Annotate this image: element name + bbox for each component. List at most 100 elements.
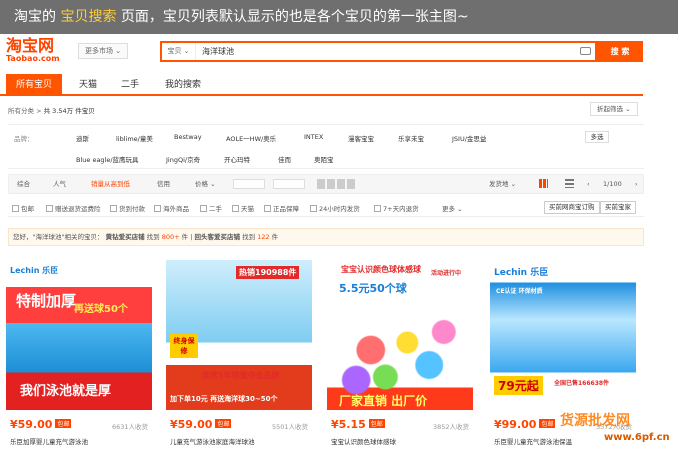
tab-all-items[interactable]: 所有宝贝 <box>6 74 62 96</box>
option-free-shipping[interactable]: 包邮 <box>12 203 34 213</box>
brand-item[interactable]: liblime/童美 <box>116 133 153 143</box>
product-card[interactable]: 热销190988件 终身保修 连续5年销量夺金品牌 加下单10元 再送海洋球30… <box>166 260 312 446</box>
sort-price[interactable]: 价格 ⌄ <box>195 175 216 193</box>
search-input[interactable] <box>202 43 572 60</box>
prev-page-icon[interactable]: ‹ <box>587 175 590 193</box>
price-range-bar[interactable] <box>317 179 325 189</box>
checkbox-icon[interactable] <box>232 205 239 212</box>
checkbox-icon[interactable] <box>154 205 161 212</box>
brand-item[interactable]: Bestway <box>174 133 202 141</box>
checkbox-icon[interactable] <box>200 205 207 212</box>
option-label: 7+天内退货 <box>383 205 419 213</box>
watermark-url: www.6pf.cn <box>604 432 670 443</box>
sort-sales[interactable]: 销量从高到低 <box>91 175 130 193</box>
brand-filter: 品牌： 迪斯 liblime/童美 Bestway AOLE一HW/奥乐 INT… <box>8 124 644 169</box>
product-sales: 5501人收货 <box>271 423 308 431</box>
search-box: 宝贝 ⌄ <box>160 41 597 62</box>
list-view-icon[interactable] <box>565 179 574 188</box>
search-tabs: 所有宝贝 天猫 二手 我的搜索 <box>0 74 643 96</box>
tab-tmall[interactable]: 天猫 <box>70 74 106 96</box>
top-banner: 淘宝的 宝贝搜索 页面，宝贝列表默认显示的也是各个宝贝的第一张主图~ <box>0 0 678 34</box>
product-title[interactable]: 宝宝认识颜色球体感球 <box>331 436 396 446</box>
image-sub-text: 连续5年销量夺金品牌 <box>202 371 280 380</box>
brand-item[interactable]: 漫客宝宝 <box>348 133 374 143</box>
product-title[interactable]: 儿童充气游泳池家庭海洋球池 <box>170 436 255 446</box>
image-bottom-text: 厂家直销 出厂价 <box>339 394 428 408</box>
brand-label: 品牌： <box>14 135 34 143</box>
notice-link-2[interactable]: 回头客爱买店铺 <box>195 233 241 241</box>
option-label: 天猫 <box>241 205 254 213</box>
ship-from-select[interactable]: 发货地 ⌄ <box>489 175 516 193</box>
brand-item[interactable]: JSIU/金思益 <box>452 133 486 143</box>
more-market-button[interactable]: 更多市场 ⌄ <box>78 43 129 59</box>
brand-item[interactable]: INTEX <box>304 133 323 141</box>
more-options-button[interactable]: 更多 ⌄ <box>442 203 463 213</box>
buyer-home-button[interactable]: 买前宝家 <box>600 201 636 214</box>
checkbox-icon[interactable] <box>46 205 53 212</box>
camera-icon[interactable] <box>580 47 591 55</box>
product-card[interactable]: 宝宝认识颜色球体感球 5.5元50个球 活动进行中 厂家直销 出厂价 ¥5.15… <box>327 260 473 446</box>
collapse-filter-button[interactable]: 折起筛选 ⌄ <box>590 102 638 116</box>
option-genuine[interactable]: 正品保障 <box>264 203 299 213</box>
brand-item[interactable]: 迪斯 <box>76 133 89 143</box>
brand-item[interactable]: Blue eagle/蓝鹰玩具 <box>76 154 139 164</box>
notice-count-post: 件 | <box>181 233 193 241</box>
notice-link-1[interactable]: 黄钻爱买店铺 <box>106 233 145 241</box>
brand-item[interactable]: 奥陌宝 <box>314 154 334 164</box>
brand-item[interactable]: 开心玛特 <box>224 154 250 164</box>
brand-multi-select-button[interactable]: 多选 <box>585 131 609 143</box>
product-image[interactable]: 热销190988件 终身保修 连续5年销量夺金品牌 加下单10元 再送海洋球30… <box>166 260 312 410</box>
product-image[interactable]: 宝宝认识颜色球体感球 5.5元50个球 活动进行中 厂家直销 出厂价 <box>327 260 473 410</box>
brand-item[interactable]: AOLE一HW/奥乐 <box>226 133 276 143</box>
image-sub-text: 活动进行中 <box>431 270 462 277</box>
tab-second-hand[interactable]: 二手 <box>112 74 148 96</box>
option-7day-return[interactable]: 7+天内退货 <box>374 203 419 213</box>
image-main-text: 终身保修 <box>170 334 198 358</box>
notice-prefix: 您好，"海洋球池"相关的宝贝： <box>13 233 104 241</box>
product-image[interactable]: Lechin 乐臣 特制加厚 再送球50个 我们泳池就是厚 <box>6 260 152 410</box>
logo-cn: 淘宝网 <box>6 36 55 55</box>
checkbox-icon[interactable] <box>110 205 117 212</box>
option-24h-ship[interactable]: 24小时内发货 <box>310 203 360 213</box>
price-range-bar[interactable] <box>337 179 345 189</box>
sort-default[interactable]: 综合 <box>17 175 30 193</box>
grid-view-icon[interactable] <box>539 179 548 188</box>
next-page-icon[interactable]: › <box>635 175 638 193</box>
sort-credit[interactable]: 信用 <box>157 175 170 193</box>
checkbox-icon[interactable] <box>12 205 19 212</box>
notice-count-1: 800+ <box>161 233 180 241</box>
sort-popularity[interactable]: 人气 <box>53 175 66 193</box>
brand-item[interactable]: 乐享未宝 <box>398 133 424 143</box>
image-brand-text: Lechin 乐臣 <box>10 266 59 275</box>
image-sub-text: 再送球50个 <box>74 304 128 315</box>
product-card[interactable]: Lechin 乐臣 特制加厚 再送球50个 我们泳池就是厚 ¥59.00 包邮 6… <box>6 260 152 446</box>
breadcrumb-root[interactable]: 所有分类 > <box>8 107 42 115</box>
price-range-bar[interactable] <box>347 179 355 189</box>
taobao-logo[interactable]: 淘宝网 Taobao.com <box>6 38 76 64</box>
price-value: ¥59.00 <box>170 418 213 431</box>
checkbox-icon[interactable] <box>374 205 381 212</box>
brand-item[interactable]: 佳而 <box>278 154 291 164</box>
option-label: 24小时内发货 <box>319 205 360 213</box>
price-min-input[interactable] <box>233 179 265 189</box>
brand-item[interactable]: JingQi/京奇 <box>166 154 200 164</box>
price-value: ¥99.00 <box>494 418 537 431</box>
search-type-select[interactable]: 宝贝 ⌄ <box>162 43 196 60</box>
price-range-bar[interactable] <box>327 179 335 189</box>
notice-count-pre: 找到 <box>242 233 256 241</box>
option-tmall[interactable]: 天猫 <box>232 203 254 213</box>
option-cod[interactable]: 货到付款 <box>110 203 145 213</box>
option-return-insurance[interactable]: 赠送退货运费险 <box>46 203 101 213</box>
product-image[interactable]: Lechin 乐臣 CE认证 环保材质 全国已售166638件 79元起 <box>490 260 636 410</box>
option-second-hand[interactable]: 二手 <box>200 203 222 213</box>
tab-my-search[interactable]: 我的搜索 <box>158 74 208 96</box>
image-bottom-text: 79元起 <box>494 376 543 395</box>
price-max-input[interactable] <box>273 179 305 189</box>
subscribe-button[interactable]: 买前网商宝订购 <box>544 201 600 214</box>
product-title[interactable]: 乐臣加厚婴儿童充气游泳池 <box>10 436 88 446</box>
product-title[interactable]: 乐臣婴儿童充气游泳池保温 <box>494 436 572 446</box>
search-button[interactable]: 搜 索 <box>597 41 643 62</box>
option-overseas[interactable]: 海外商品 <box>154 203 189 213</box>
checkbox-icon[interactable] <box>264 205 271 212</box>
checkbox-icon[interactable] <box>310 205 317 212</box>
